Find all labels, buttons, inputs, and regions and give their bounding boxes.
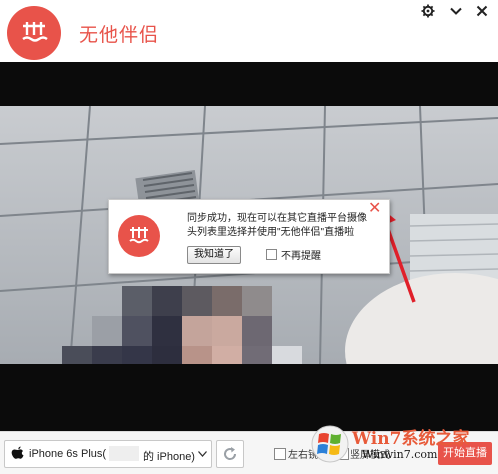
ok-button[interactable]: 我知道了 [187, 246, 241, 264]
device-name-suffix: 的 iPhone) [143, 451, 195, 463]
refresh-icon [224, 447, 237, 460]
watermark: Win7系统之家 Winwin7.com [310, 422, 498, 472]
gear-icon[interactable] [419, 4, 437, 21]
sync-success-dialog: 同步成功，现在可以在其它直播平台摄像 头列表里选择并使用"无他伴侣"直播啦 我知… [108, 199, 390, 274]
dialog-logo [118, 215, 160, 257]
app-logo-mark [22, 22, 48, 42]
no-remind-label: 不再提醒 [281, 251, 321, 262]
device-select[interactable]: iPhone 6s Plus( 的 iPhone) [4, 440, 212, 468]
apple-icon [11, 446, 24, 459]
windows-logo-icon [311, 425, 349, 463]
chevron-down-icon[interactable] [447, 4, 465, 21]
watermark-brand: Win7系统之家 [352, 429, 470, 449]
dialog-message-line1: 同步成功，现在可以在其它直播平台摄像 [187, 213, 367, 224]
title-bar: 无他伴侣 [0, 0, 498, 62]
app-title: 无他伴侣 [79, 25, 160, 46]
refresh-button[interactable] [216, 440, 244, 468]
close-icon[interactable] [473, 4, 491, 21]
mirror-checkbox[interactable] [274, 448, 286, 460]
dialog-close-icon[interactable]: ✕ [368, 201, 381, 217]
dialog-message-line2: 头列表里选择并使用"无他伴侣"直播啦 [187, 227, 355, 238]
no-remind-checkbox[interactable] [266, 249, 277, 260]
dialog-message: 同步成功，现在可以在其它直播平台摄像 头列表里选择并使用"无他伴侣"直播啦 [187, 212, 367, 240]
app-logo [7, 6, 61, 60]
chevron-down-icon [198, 451, 207, 457]
redacted-device-name [109, 446, 139, 461]
device-name-prefix: iPhone 6s Plus( [29, 448, 107, 460]
watermark-url: Winwin7.com [362, 448, 438, 461]
